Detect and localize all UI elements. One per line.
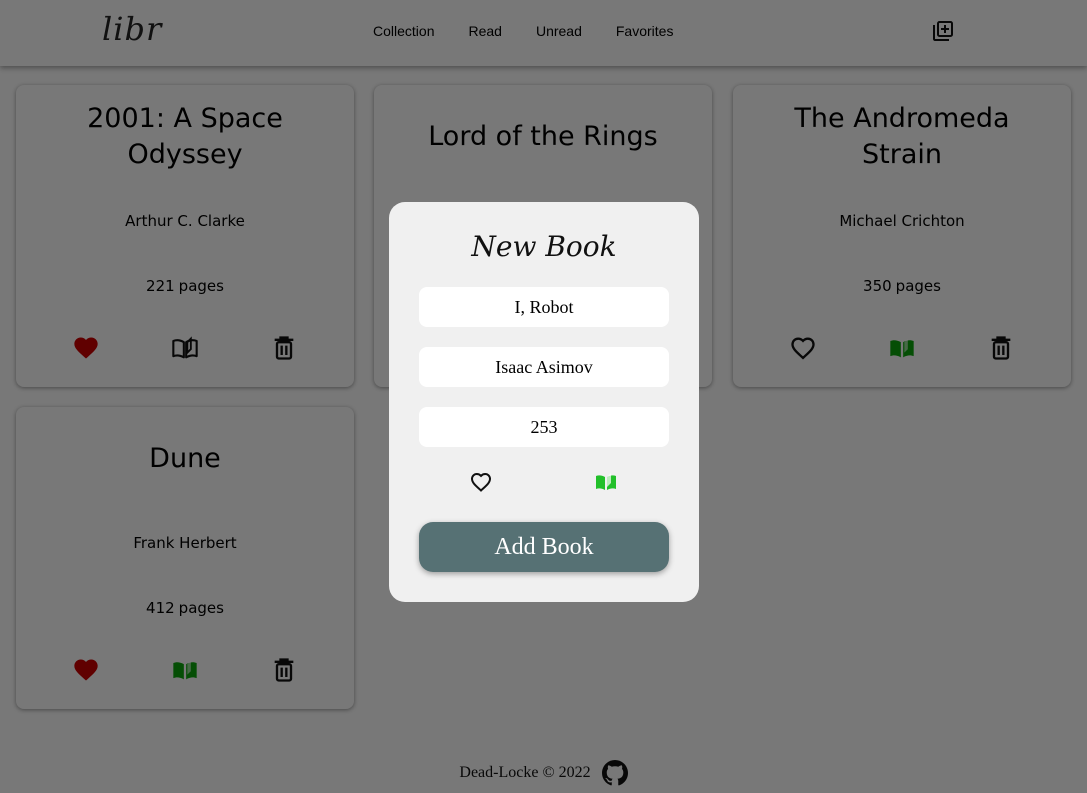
favorite-toggle[interactable]	[469, 470, 493, 494]
read-toggle[interactable]	[594, 470, 618, 494]
heart-outline-icon	[470, 472, 492, 492]
pages-input[interactable]	[419, 407, 669, 447]
modal-title: New Book	[471, 230, 617, 263]
new-book-modal: New Book Add Book	[389, 202, 699, 602]
open-book-icon	[596, 473, 616, 490]
title-input[interactable]	[419, 287, 669, 327]
add-book-button[interactable]: Add Book	[419, 522, 669, 572]
author-input[interactable]	[419, 347, 669, 387]
